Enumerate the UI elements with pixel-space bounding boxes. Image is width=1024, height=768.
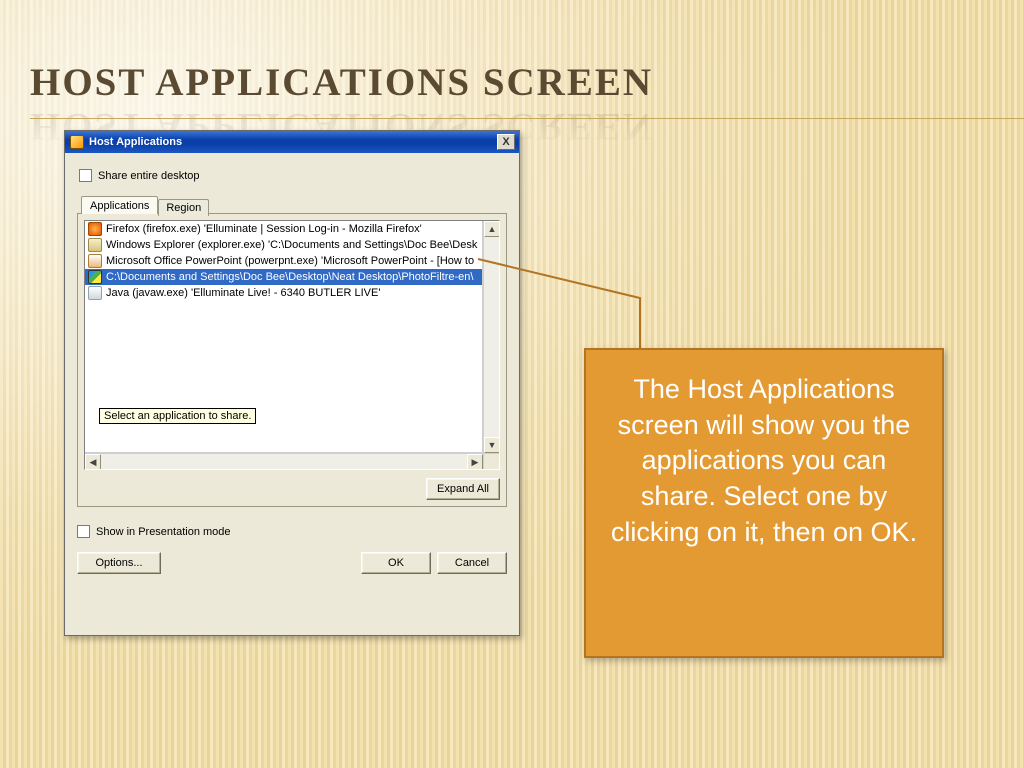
dialog-titlebar[interactable]: Host Applications X <box>65 131 519 153</box>
tabstrip: Applications Region <box>77 196 507 214</box>
show-presentation-checkbox[interactable] <box>77 525 90 538</box>
folder-icon <box>88 238 102 252</box>
ok-button[interactable]: OK <box>361 552 431 574</box>
applications-list-inner: Firefox (firefox.exe) 'Elluminate | Sess… <box>85 221 483 453</box>
share-desktop-checkbox[interactable] <box>79 169 92 182</box>
app-row-label: Firefox (firefox.exe) 'Elluminate | Sess… <box>106 223 422 235</box>
slide-title: HOST APPLICATIONS SCREEN <box>30 60 653 105</box>
scroll-down-button[interactable]: ▼ <box>484 437 500 453</box>
firefox-icon <box>88 222 102 236</box>
app-row-java[interactable]: Java (javaw.exe) 'Elluminate Live! - 634… <box>85 285 482 301</box>
host-applications-dialog: Host Applications X Share entire desktop… <box>64 130 520 636</box>
share-desktop-row[interactable]: Share entire desktop <box>79 169 507 182</box>
callout-text: The Host Applications screen will show y… <box>611 374 917 547</box>
app-emblem-icon <box>70 135 84 149</box>
cancel-button[interactable]: Cancel <box>437 552 507 574</box>
app-row-powerpoint[interactable]: Microsoft Office PowerPoint (powerpnt.ex… <box>85 253 482 269</box>
app-row-label: Microsoft Office PowerPoint (powerpnt.ex… <box>106 255 474 267</box>
app-row-label: Java (javaw.exe) 'Elluminate Live! - 634… <box>106 287 380 299</box>
tab-applications[interactable]: Applications <box>81 196 158 214</box>
instruction-callout: The Host Applications screen will show y… <box>584 348 944 658</box>
app-row-label: Windows Explorer (explorer.exe) 'C:\Docu… <box>106 239 477 251</box>
powerpoint-icon <box>88 254 102 268</box>
dialog-title: Host Applications <box>89 136 497 148</box>
app-row-photofiltre[interactable]: C:\Documents and Settings\Doc Bee\Deskto… <box>85 269 482 285</box>
show-presentation-label: Show in Presentation mode <box>96 526 231 538</box>
app-row-firefox[interactable]: Firefox (firefox.exe) 'Elluminate | Sess… <box>85 221 482 237</box>
share-desktop-label: Share entire desktop <box>98 170 200 182</box>
options-button[interactable]: Options... <box>77 552 161 574</box>
applications-tabpanel: Firefox (firefox.exe) 'Elluminate | Sess… <box>77 213 507 507</box>
horizontal-scrollbar[interactable]: ◀ ▶ <box>85 453 483 469</box>
app-row-label: C:\Documents and Settings\Doc Bee\Deskto… <box>106 271 473 283</box>
show-presentation-row[interactable]: Show in Presentation mode <box>77 525 231 538</box>
photofiltre-icon <box>88 270 102 284</box>
close-button[interactable]: X <box>497 134 515 150</box>
scrollbar-corner <box>483 453 499 469</box>
select-app-tooltip: Select an application to share. <box>99 408 256 424</box>
tab-region[interactable]: Region <box>158 199 209 216</box>
java-icon <box>88 286 102 300</box>
expand-all-button[interactable]: Expand All <box>426 478 500 500</box>
app-row-explorer[interactable]: Windows Explorer (explorer.exe) 'C:\Docu… <box>85 237 482 253</box>
scroll-right-button[interactable]: ▶ <box>467 454 483 470</box>
dialog-body: Share entire desktop Applications Region… <box>65 153 519 584</box>
applications-listbox[interactable]: Firefox (firefox.exe) 'Elluminate | Sess… <box>84 220 500 470</box>
scroll-up-button[interactable]: ▲ <box>484 221 500 237</box>
scroll-left-button[interactable]: ◀ <box>85 454 101 470</box>
slide-divider <box>30 118 1024 119</box>
vertical-scrollbar[interactable]: ▲ ▼ <box>483 221 499 453</box>
